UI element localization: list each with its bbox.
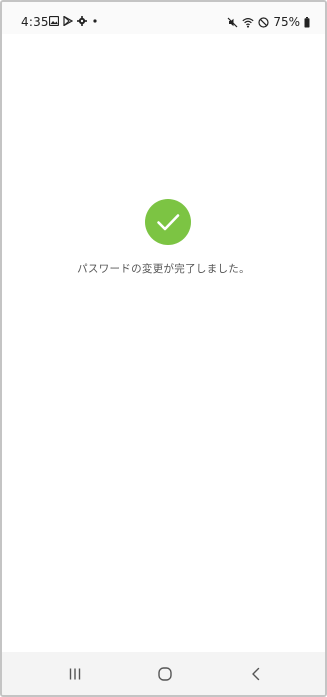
battery-percent: 75%	[273, 15, 300, 29]
gallery-icon	[49, 16, 59, 26]
play-store-icon	[63, 16, 73, 26]
settings-icon	[77, 16, 87, 26]
back-icon[interactable]	[247, 665, 265, 683]
success-message: パスワードの変更が完了しました。	[77, 263, 250, 275]
status-notification-icons	[49, 16, 99, 26]
status-time: 4:35	[21, 15, 49, 29]
home-icon[interactable]	[156, 665, 174, 683]
navigation-bar	[2, 652, 325, 695]
status-bar: 4:35 75%	[2, 2, 325, 34]
battery-icon	[304, 16, 310, 28]
main-content: パスワードの変更が完了しました。	[2, 34, 325, 654]
check-circle-icon	[145, 199, 191, 245]
wifi-icon	[242, 17, 254, 28]
mute-icon	[227, 17, 238, 28]
status-system-icons: 75%	[227, 15, 310, 29]
recents-icon[interactable]	[66, 665, 84, 683]
dot-icon	[91, 16, 99, 26]
do-not-disturb-icon	[258, 16, 269, 28]
phone-screen: 4:35 75% パスワードの変更が完了しました。	[0, 0, 327, 697]
